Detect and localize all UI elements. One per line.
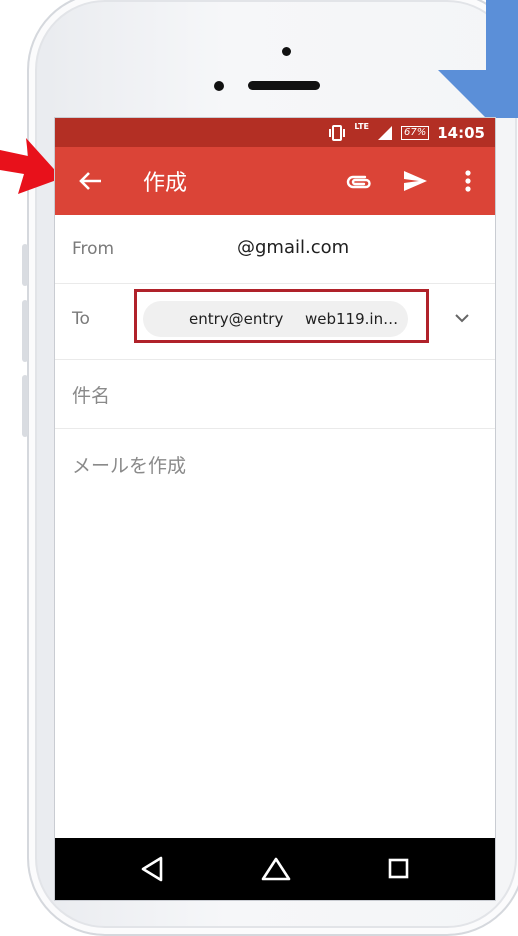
body-field[interactable]: メールを作成 (72, 451, 186, 478)
subject-field[interactable]: 件名 (72, 381, 110, 408)
side-button (22, 244, 28, 286)
recents-square-icon[interactable] (380, 852, 416, 886)
subject-row[interactable]: 件名 (55, 359, 495, 429)
vibrate-icon (329, 124, 346, 141)
to-label: To (72, 309, 90, 329)
back-arrow-icon[interactable] (73, 164, 107, 198)
battery-indicator: 67% (401, 125, 430, 140)
sensor-icon (214, 81, 224, 91)
to-row[interactable]: To entry@entry web119.in… (55, 283, 495, 360)
side-button (22, 375, 28, 437)
speaker-grille (248, 81, 320, 90)
callout-box (486, 0, 518, 118)
android-nav-bar (55, 838, 495, 900)
from-row[interactable]: From @gmail.com (55, 215, 495, 284)
home-icon[interactable] (258, 852, 294, 886)
recipient-highlight-box (134, 289, 429, 343)
signal-icon (378, 125, 393, 140)
send-icon[interactable] (401, 167, 429, 195)
page-title: 作成 (143, 171, 188, 196)
more-icon[interactable] (453, 167, 483, 195)
status-bar: LTE 67% 14:05 (55, 118, 495, 147)
chevron-down-icon[interactable] (453, 311, 471, 325)
attach-icon[interactable] (343, 168, 373, 196)
callout-tail (438, 70, 488, 120)
front-camera-icon (282, 47, 291, 56)
side-button (22, 300, 28, 362)
from-label: From (72, 239, 115, 259)
phone-screen: LTE 67% 14:05 作成 From @gmail.com To entr… (54, 117, 496, 901)
back-triangle-icon[interactable] (135, 852, 171, 886)
status-time: 14:05 (437, 123, 485, 142)
compose-toolbar: 作成 (55, 147, 495, 215)
network-type: LTE (354, 122, 370, 131)
from-address: @gmail.com (237, 237, 350, 258)
